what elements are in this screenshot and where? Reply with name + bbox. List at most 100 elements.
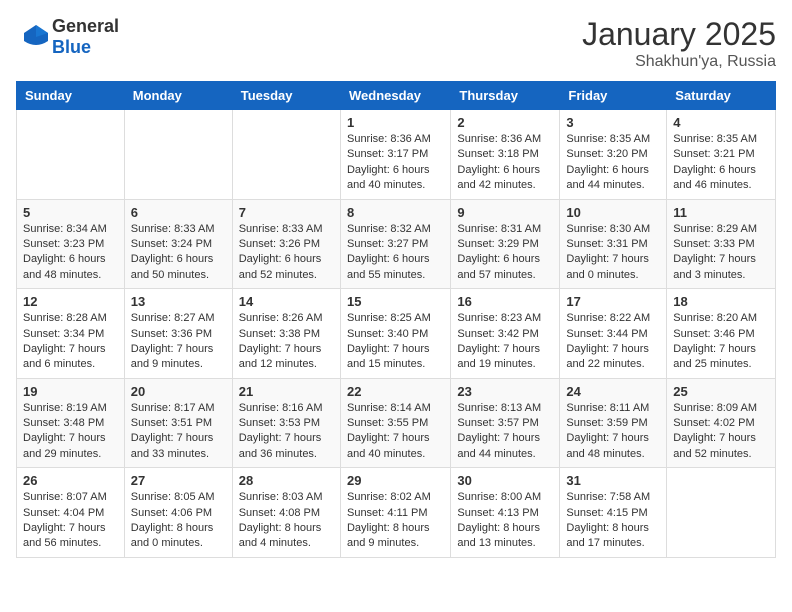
day-number: 26 bbox=[23, 473, 118, 488]
month-title: January 2025 bbox=[582, 16, 776, 53]
cell-content: Sunrise: 8:11 AMSunset: 3:59 PMDaylight:… bbox=[566, 401, 660, 463]
day-number: 12 bbox=[23, 294, 118, 309]
calendar-week-row-2: 5Sunrise: 8:34 AMSunset: 3:23 PMDaylight… bbox=[17, 199, 776, 289]
calendar-cell: 7Sunrise: 8:33 AMSunset: 3:26 PMDaylight… bbox=[232, 199, 340, 289]
calendar-cell: 28 Sunrise: 8:03 AMSunset: 4:08 PMDayligh… bbox=[232, 468, 340, 558]
calendar-cell: 22Sunrise: 8:14 AMSunset: 3:55 PMDayligh… bbox=[340, 378, 450, 468]
location-title: Shakhun'ya, Russia bbox=[582, 53, 776, 71]
calendar-day-header-sunday: Sunday bbox=[17, 82, 125, 110]
title-block: January 2025 Shakhun'ya, Russia bbox=[582, 16, 776, 71]
calendar-table: SundayMondayTuesdayWednesdayThursdayFrid… bbox=[16, 81, 776, 558]
calendar-cell: 10Sunrise: 8:30 AMSunset: 3:31 PMDayligh… bbox=[560, 199, 667, 289]
day-number: 29 bbox=[347, 473, 444, 488]
calendar-day-header-monday: Monday bbox=[124, 82, 232, 110]
calendar-cell: 26Sunrise: 8:07 AMSunset: 4:04 PMDayligh… bbox=[17, 468, 125, 558]
day-number: 25 bbox=[673, 384, 769, 399]
cell-content: Sunrise: 8:00 AMSunset: 4:13 PMDaylight:… bbox=[457, 490, 553, 552]
day-number: 11 bbox=[673, 205, 769, 220]
cell-content: Sunrise: 8:32 AMSunset: 3:27 PMDaylight:… bbox=[347, 222, 444, 284]
cell-content: Sunrise: 8:22 AMSunset: 3:44 PMDaylight:… bbox=[566, 311, 660, 373]
logo-general: General bbox=[52, 16, 119, 36]
cell-content: Sunrise: 8:17 AMSunset: 3:51 PMDaylight:… bbox=[131, 401, 226, 463]
cell-content: Sunrise: 8:33 AMSunset: 3:26 PMDaylight:… bbox=[239, 222, 334, 284]
cell-content: Sunrise: 8:05 AMSunset: 4:06 PMDaylight:… bbox=[131, 490, 226, 552]
calendar-cell: 17 Sunrise: 8:22 AMSunset: 3:44 PMDayligh… bbox=[560, 289, 667, 379]
calendar-header-row: SundayMondayTuesdayWednesdayThursdayFrid… bbox=[17, 82, 776, 110]
day-number: 15 bbox=[347, 294, 444, 309]
day-number: 6 bbox=[131, 205, 226, 220]
calendar-cell: 24 Sunrise: 8:11 AMSunset: 3:59 PMDayligh… bbox=[560, 378, 667, 468]
logo-icon bbox=[20, 21, 52, 53]
calendar-cell: 30 Sunrise: 8:00 AMSunset: 4:13 PMDayligh… bbox=[451, 468, 560, 558]
day-number: 1 bbox=[347, 115, 444, 130]
cell-content: Sunrise: 8:03 AMSunset: 4:08 PMDaylight:… bbox=[239, 490, 334, 552]
page-header: General Blue January 2025 Shakhun'ya, Ru… bbox=[16, 16, 776, 71]
cell-content: Sunrise: 8:27 AMSunset: 3:36 PMDaylight:… bbox=[131, 311, 226, 373]
day-number: 28 bbox=[239, 473, 334, 488]
calendar-cell bbox=[667, 468, 776, 558]
calendar-cell: 12 Sunrise: 8:28 AMSunset: 3:34 PMDayligh… bbox=[17, 289, 125, 379]
day-number: 20 bbox=[131, 384, 226, 399]
cell-content: Sunrise: 8:09 AMSunset: 4:02 PMDaylight:… bbox=[673, 401, 769, 463]
calendar-cell: 13 Sunrise: 8:27 AMSunset: 3:36 PMDayligh… bbox=[124, 289, 232, 379]
cell-content: Sunrise: 8:33 AMSunset: 3:24 PMDaylight:… bbox=[131, 222, 226, 284]
logo: General Blue bbox=[16, 16, 119, 58]
cell-content: Sunrise: 8:36 AMSunset: 3:17 PMDaylight:… bbox=[347, 132, 444, 194]
day-number: 17 bbox=[566, 294, 660, 309]
calendar-cell: 3 Sunrise: 8:35 AMSunset: 3:20 PMDaylight… bbox=[560, 110, 667, 200]
cell-content: Sunrise: 8:19 AMSunset: 3:48 PMDaylight:… bbox=[23, 401, 118, 463]
day-number: 16 bbox=[457, 294, 553, 309]
calendar-cell: 1 Sunrise: 8:36 AMSunset: 3:17 PMDaylight… bbox=[340, 110, 450, 200]
cell-content: Sunrise: 8:23 AMSunset: 3:42 PMDaylight:… bbox=[457, 311, 553, 373]
calendar-cell: 2Sunrise: 8:36 AMSunset: 3:18 PMDaylight… bbox=[451, 110, 560, 200]
day-number: 14 bbox=[239, 294, 334, 309]
calendar-cell: 21Sunrise: 8:16 AMSunset: 3:53 PMDayligh… bbox=[232, 378, 340, 468]
calendar-week-row-3: 12 Sunrise: 8:28 AMSunset: 3:34 PMDayligh… bbox=[17, 289, 776, 379]
calendar-cell: 16 Sunrise: 8:23 AMSunset: 3:42 PMDayligh… bbox=[451, 289, 560, 379]
calendar-cell: 23 Sunrise: 8:13 AMSunset: 3:57 PMDayligh… bbox=[451, 378, 560, 468]
day-number: 21 bbox=[239, 384, 334, 399]
calendar-cell: 31Sunrise: 7:58 AMSunset: 4:15 PMDayligh… bbox=[560, 468, 667, 558]
calendar-cell: 15 Sunrise: 8:25 AMSunset: 3:40 PMDayligh… bbox=[340, 289, 450, 379]
cell-content: Sunrise: 8:20 AMSunset: 3:46 PMDaylight:… bbox=[673, 311, 769, 373]
calendar-cell: 29 Sunrise: 8:02 AMSunset: 4:11 PMDayligh… bbox=[340, 468, 450, 558]
cell-content: Sunrise: 8:35 AMSunset: 3:21 PMDaylight:… bbox=[673, 132, 769, 194]
day-number: 22 bbox=[347, 384, 444, 399]
day-number: 9 bbox=[457, 205, 553, 220]
calendar-cell: 5Sunrise: 8:34 AMSunset: 3:23 PMDaylight… bbox=[17, 199, 125, 289]
day-number: 23 bbox=[457, 384, 553, 399]
day-number: 8 bbox=[347, 205, 444, 220]
calendar-day-header-thursday: Thursday bbox=[451, 82, 560, 110]
day-number: 18 bbox=[673, 294, 769, 309]
cell-content: Sunrise: 8:34 AMSunset: 3:23 PMDaylight:… bbox=[23, 222, 118, 284]
calendar-day-header-friday: Friday bbox=[560, 82, 667, 110]
day-number: 4 bbox=[673, 115, 769, 130]
cell-content: Sunrise: 8:36 AMSunset: 3:18 PMDaylight:… bbox=[457, 132, 553, 194]
day-number: 13 bbox=[131, 294, 226, 309]
calendar-cell: 19Sunrise: 8:19 AMSunset: 3:48 PMDayligh… bbox=[17, 378, 125, 468]
cell-content: Sunrise: 8:35 AMSunset: 3:20 PMDaylight:… bbox=[566, 132, 660, 194]
calendar-cell: 18 Sunrise: 8:20 AMSunset: 3:46 PMDayligh… bbox=[667, 289, 776, 379]
day-number: 30 bbox=[457, 473, 553, 488]
day-number: 31 bbox=[566, 473, 660, 488]
cell-content: Sunrise: 8:29 AMSunset: 3:33 PMDaylight:… bbox=[673, 222, 769, 284]
cell-content: Sunrise: 8:13 AMSunset: 3:57 PMDaylight:… bbox=[457, 401, 553, 463]
calendar-cell: 4 Sunrise: 8:35 AMSunset: 3:21 PMDaylight… bbox=[667, 110, 776, 200]
calendar-cell: 11 Sunrise: 8:29 AMSunset: 3:33 PMDayligh… bbox=[667, 199, 776, 289]
calendar-cell bbox=[17, 110, 125, 200]
calendar-week-row-4: 19Sunrise: 8:19 AMSunset: 3:48 PMDayligh… bbox=[17, 378, 776, 468]
calendar-week-row-5: 26Sunrise: 8:07 AMSunset: 4:04 PMDayligh… bbox=[17, 468, 776, 558]
cell-content: Sunrise: 8:26 AMSunset: 3:38 PMDaylight:… bbox=[239, 311, 334, 373]
calendar-day-header-wednesday: Wednesday bbox=[340, 82, 450, 110]
day-number: 24 bbox=[566, 384, 660, 399]
cell-content: Sunrise: 8:30 AMSunset: 3:31 PMDaylight:… bbox=[566, 222, 660, 284]
cell-content: Sunrise: 8:25 AMSunset: 3:40 PMDaylight:… bbox=[347, 311, 444, 373]
calendar-cell: 20 Sunrise: 8:17 AMSunset: 3:51 PMDayligh… bbox=[124, 378, 232, 468]
calendar-cell: 27Sunrise: 8:05 AMSunset: 4:06 PMDayligh… bbox=[124, 468, 232, 558]
day-number: 3 bbox=[566, 115, 660, 130]
cell-content: Sunrise: 8:02 AMSunset: 4:11 PMDaylight:… bbox=[347, 490, 444, 552]
calendar-cell: 14 Sunrise: 8:26 AMSunset: 3:38 PMDayligh… bbox=[232, 289, 340, 379]
calendar-cell: 6 Sunrise: 8:33 AMSunset: 3:24 PMDaylight… bbox=[124, 199, 232, 289]
cell-content: Sunrise: 8:28 AMSunset: 3:34 PMDaylight:… bbox=[23, 311, 118, 373]
logo-blue: Blue bbox=[52, 37, 91, 57]
